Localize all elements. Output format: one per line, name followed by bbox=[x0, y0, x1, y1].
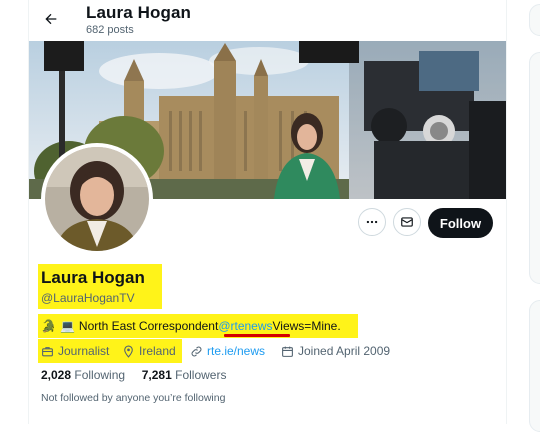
post-count: 682 posts bbox=[86, 24, 134, 36]
calendar-icon bbox=[282, 346, 293, 357]
header-title: Laura Hogan bbox=[86, 3, 192, 22]
following-label: Following bbox=[74, 368, 126, 382]
website-link[interactable]: rte.ie/news bbox=[207, 344, 265, 358]
back-button[interactable] bbox=[37, 5, 65, 33]
bio-text-suffix: Views=Mine. bbox=[272, 319, 341, 333]
mention-underline-annotation bbox=[224, 334, 290, 337]
avatar[interactable] bbox=[41, 143, 153, 255]
following-count: 2,028 bbox=[41, 368, 72, 382]
profile-handle: @LauraHoganTV bbox=[41, 291, 135, 305]
website-item: rte.ie/news bbox=[190, 343, 265, 359]
message-button[interactable] bbox=[393, 208, 421, 236]
followers-label: Followers bbox=[175, 368, 227, 382]
envelope-icon bbox=[401, 217, 413, 227]
crocodile-emoji-icon: 🐊 bbox=[41, 319, 56, 333]
back-arrow-icon bbox=[45, 13, 57, 25]
more-dots-icon bbox=[366, 220, 378, 224]
link-icon bbox=[191, 346, 202, 356]
followers-count: 7,281 bbox=[141, 368, 172, 382]
location-item: Ireland bbox=[122, 343, 176, 359]
right-sidebar bbox=[529, 0, 540, 432]
followed-by-note: Not followed by anyone you’re following bbox=[41, 392, 226, 404]
bio-mention-link[interactable]: @rtenews bbox=[218, 319, 272, 333]
profession-text: Journalist bbox=[58, 344, 110, 358]
sidebar-card bbox=[529, 300, 540, 432]
follow-button[interactable]: Follow bbox=[428, 208, 493, 238]
bio-text: North East Correspondent bbox=[78, 319, 219, 333]
follow-stats: 2,028 Following 7,281 Followers bbox=[41, 368, 226, 382]
location-pin-icon bbox=[124, 345, 133, 358]
profile-name: Laura Hogan bbox=[41, 268, 145, 287]
joined-item: Joined April 2009 bbox=[281, 343, 390, 359]
laptop-emoji-icon: 💻 bbox=[59, 319, 75, 333]
location-text: Ireland bbox=[139, 344, 176, 358]
briefcase-icon bbox=[42, 346, 53, 356]
sidebar-card bbox=[529, 52, 540, 284]
sidebar-search-card[interactable] bbox=[529, 4, 540, 36]
profile-bio: 🐊 💻 North East Correspondent @rtenews Vi… bbox=[41, 318, 341, 334]
joined-text: Joined April 2009 bbox=[298, 344, 391, 358]
profile-header: Laura Hogan 682 posts bbox=[29, 0, 506, 42]
following-link[interactable]: 2,028 Following bbox=[41, 368, 125, 382]
profession-item: Journalist bbox=[41, 343, 109, 359]
column-border-right bbox=[506, 0, 507, 424]
more-options-button[interactable] bbox=[358, 208, 386, 236]
followers-link[interactable]: 7,281 Followers bbox=[142, 368, 227, 382]
